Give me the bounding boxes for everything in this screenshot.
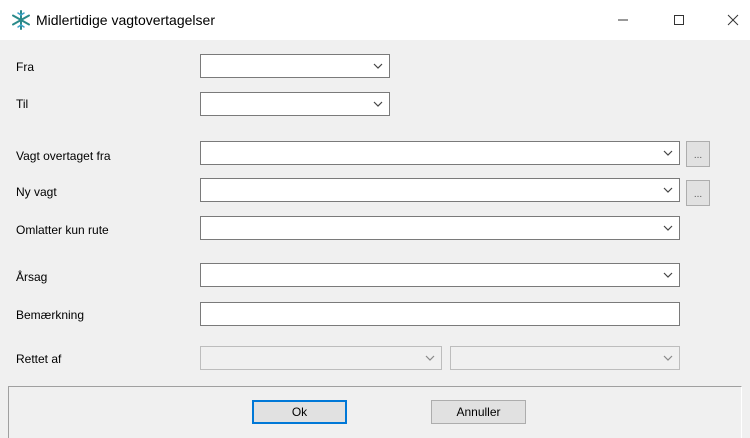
chevron-down-icon [425,355,435,361]
close-icon [727,14,739,26]
minimize-button[interactable] [600,0,646,40]
rettet-af-dropdown-2 [450,346,680,370]
chevron-down-icon [663,150,673,156]
chevron-down-icon [663,355,673,361]
chevron-down-icon [663,187,673,193]
fra-label: Fra [16,60,34,74]
ok-button[interactable]: Ok [252,400,347,424]
title-bar: Midlertidige vagtovertagelser [0,0,750,40]
chevron-down-icon [663,225,673,231]
button-panel: Ok Annuller [8,386,742,438]
snowflake-app-icon [12,10,30,30]
maximize-icon [674,15,684,25]
til-dropdown[interactable] [200,92,390,116]
aarsag-label: Årsag [16,270,48,284]
window-title: Midlertidige vagtovertagelser [36,12,215,28]
vagt-overtaget-fra-browse-button[interactable]: ... [686,141,710,167]
aarsag-dropdown[interactable] [200,263,680,287]
vagt-overtaget-fra-label: Vagt overtaget fra [16,149,111,163]
chevron-down-icon [373,63,383,69]
fra-dropdown[interactable] [200,54,390,78]
chevron-down-icon [663,272,673,278]
vagt-overtaget-fra-dropdown[interactable] [200,141,680,165]
til-label: Til [16,97,29,111]
ny-vagt-dropdown[interactable] [200,178,680,202]
omlaegger-kun-rute-dropdown[interactable] [200,216,680,240]
rettet-af-label: Rettet af [16,352,62,366]
close-button[interactable] [710,0,750,40]
omlaegger-kun-rute-label: Omlatter kun rute [16,223,109,237]
minimize-icon [618,19,628,21]
rettet-af-dropdown-1 [200,346,442,370]
cancel-button[interactable]: Annuller [431,400,526,424]
ny-vagt-browse-button[interactable]: ... [686,180,710,206]
maximize-button[interactable] [656,0,702,40]
bemaerkning-label: Bemærkning [16,308,85,322]
bemaerkning-input[interactable] [200,302,680,326]
chevron-down-icon [373,101,383,107]
ny-vagt-label: Ny vagt [16,185,57,199]
